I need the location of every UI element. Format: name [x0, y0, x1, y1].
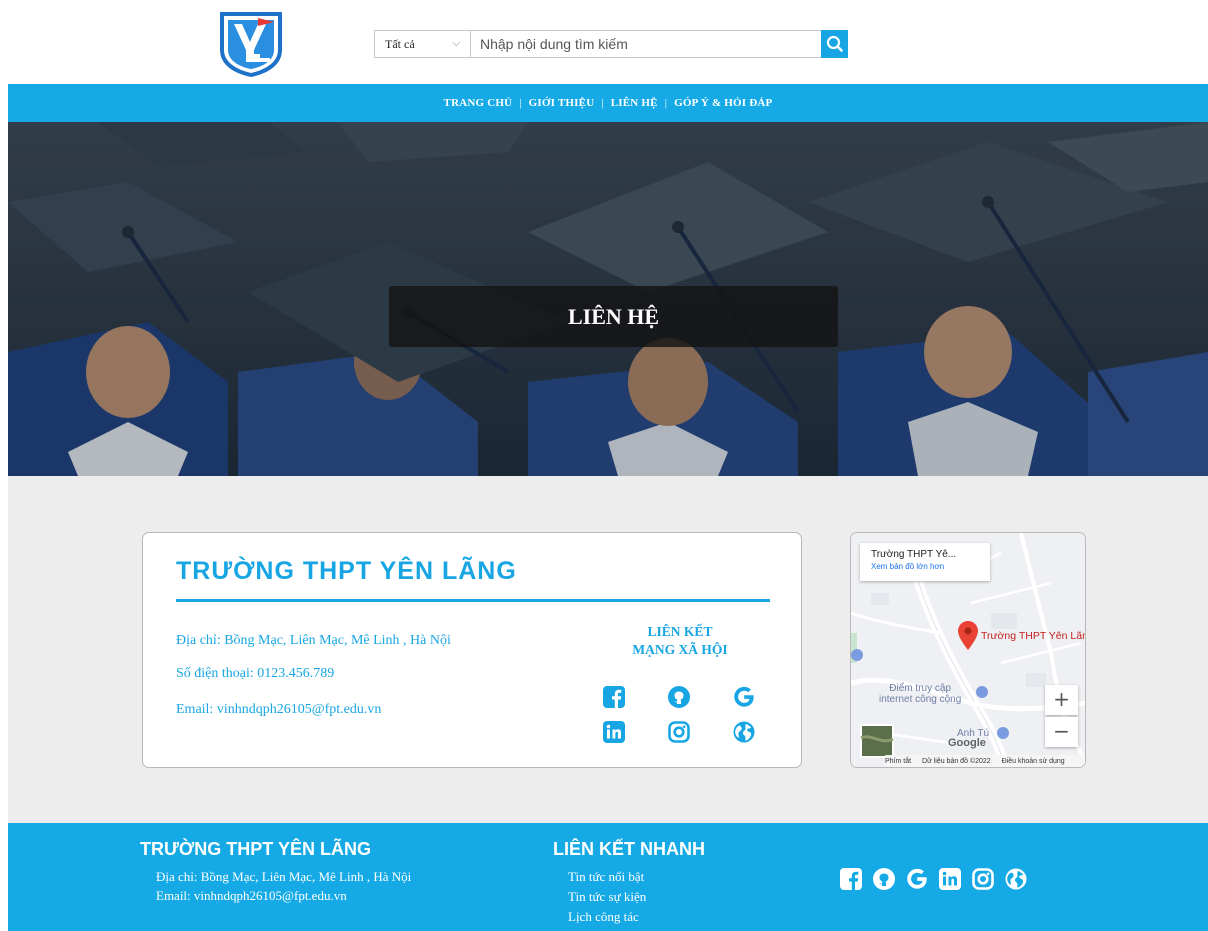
contact-address: Địa chỉ: Bồng Mạc, Liên Mạc, Mê Linh , H… — [176, 633, 451, 648]
search-bar: Tất cả ⌵ — [374, 30, 848, 58]
github-icon[interactable] — [668, 686, 690, 708]
github-icon[interactable] — [873, 868, 895, 890]
map-zoom-out-button[interactable]: − — [1045, 717, 1078, 747]
social-title-line1: LIÊN KẾT — [647, 624, 713, 639]
title-underline — [176, 599, 770, 602]
globe-icon[interactable] — [733, 721, 755, 743]
main-nav: TRANG CHỦ | GIỚI THIỆU | LIÊN HỆ | GÓP Ý & HỎI… — [8, 84, 1208, 122]
globe-icon[interactable] — [1005, 868, 1027, 890]
nav-separator: | — [601, 97, 604, 109]
contact-phone: Số điện thoại: 0123.456.789 — [176, 666, 335, 681]
google-map[interactable]: Trường THPT Yê... Xem bản đồ lớn hơn Trư… — [850, 532, 1086, 768]
site-footer: TRƯỜNG THPT YÊN LÃNG Địa chỉ: Bồng Mạc, … — [8, 823, 1208, 931]
hero-title: LIÊN HỆ — [389, 286, 838, 347]
map-place-card: Trường THPT Yê... Xem bản đồ lớn hơn — [860, 543, 990, 581]
map-poi-internet-line2: internet công cộng — [879, 694, 962, 705]
contact-email: Email: vinhndqph26105@fpt.edu.vn — [176, 702, 382, 717]
footer-link-work-schedule[interactable]: Lịch công tác — [568, 909, 639, 925]
nav-separator: | — [519, 97, 522, 109]
facebook-icon[interactable] — [840, 868, 862, 890]
school-name: TRƯỜNG THPT YÊN LÃNG — [176, 557, 517, 585]
contact-card: TRƯỜNG THPT YÊN LÃNG Địa chỉ: Bồng Mạc, … — [142, 532, 802, 768]
footer-address: Địa chỉ: Bồng Mạc, Liên Mạc, Mê Linh , H… — [156, 869, 412, 884]
map-poi-internet-line1: Điểm truy cập — [889, 683, 951, 694]
footer-school-name: TRƯỜNG THPT YÊN LÃNG — [140, 839, 371, 859]
nav-item-home[interactable]: TRANG CHỦ — [444, 97, 513, 109]
instagram-icon[interactable] — [668, 721, 690, 743]
facebook-icon[interactable] — [603, 686, 625, 708]
search-button[interactable] — [821, 30, 848, 58]
instagram-icon[interactable] — [972, 868, 994, 890]
search-category-select[interactable]: Tất cả ⌵ — [375, 31, 471, 57]
nav-separator: | — [664, 97, 668, 109]
footer-email: Email: vinhndqph26105@fpt.edu.vn — [156, 888, 347, 903]
footer-link-featured-news[interactable]: Tin tức nổi bật — [568, 869, 644, 885]
footer-quick-links-title: LIÊN KẾT NHANH — [553, 839, 705, 859]
nav-item-contact[interactable]: LIÊN HỆ — [611, 97, 658, 109]
linkedin-icon[interactable] — [603, 721, 625, 743]
google-logo: Google — [948, 737, 986, 749]
map-terms-link[interactable]: Điều khoản sử dụng — [1002, 758, 1065, 765]
footer-link-event-news[interactable]: Tin tức sự kiện — [568, 889, 646, 905]
google-icon[interactable] — [906, 868, 928, 890]
map-shortcuts-link[interactable]: Phím tắt — [885, 758, 911, 765]
view-larger-map-link[interactable]: Xem bản đồ lớn hơn — [871, 562, 990, 571]
social-links-title: LIÊN KẾT MẠNG XÃ HỘI — [611, 623, 749, 659]
map-footer: Phím tắt Dữ liệu bản đồ ©2022 Điều khoản… — [885, 755, 1085, 767]
map-data-credit: Dữ liệu bản đồ ©2022 — [922, 758, 991, 765]
google-icon[interactable] — [733, 686, 755, 708]
chevron-down-icon: ⌵ — [452, 38, 460, 49]
nav-item-about[interactable]: GIỚI THIỆU — [529, 97, 595, 109]
school-logo-icon[interactable] — [218, 10, 284, 78]
site-header: Tất cả ⌵ — [0, 0, 1208, 84]
map-place-title: Trường THPT Yê... — [871, 549, 957, 560]
map-poi-internet: Điểm truy cập internet công cộng — [879, 683, 961, 705]
search-input[interactable] — [471, 31, 821, 57]
hero-banner: LIÊN HỆ — [8, 122, 1208, 476]
nav-item-feedback[interactable]: GÓP Ý & HỎI ĐÁP — [674, 97, 772, 109]
social-title-line2: MẠNG XÃ HỘI — [632, 642, 728, 657]
map-pin-label: Trường THPT Yên Lãn — [981, 630, 1086, 642]
search-icon — [826, 35, 843, 52]
search-category-value: Tất cả — [385, 37, 415, 51]
linkedin-icon[interactable] — [939, 868, 961, 890]
contact-section: TRƯỜNG THPT YÊN LÃNG Địa chỉ: Bồng Mạc, … — [8, 476, 1208, 823]
map-zoom-in-button[interactable]: + — [1045, 685, 1078, 715]
